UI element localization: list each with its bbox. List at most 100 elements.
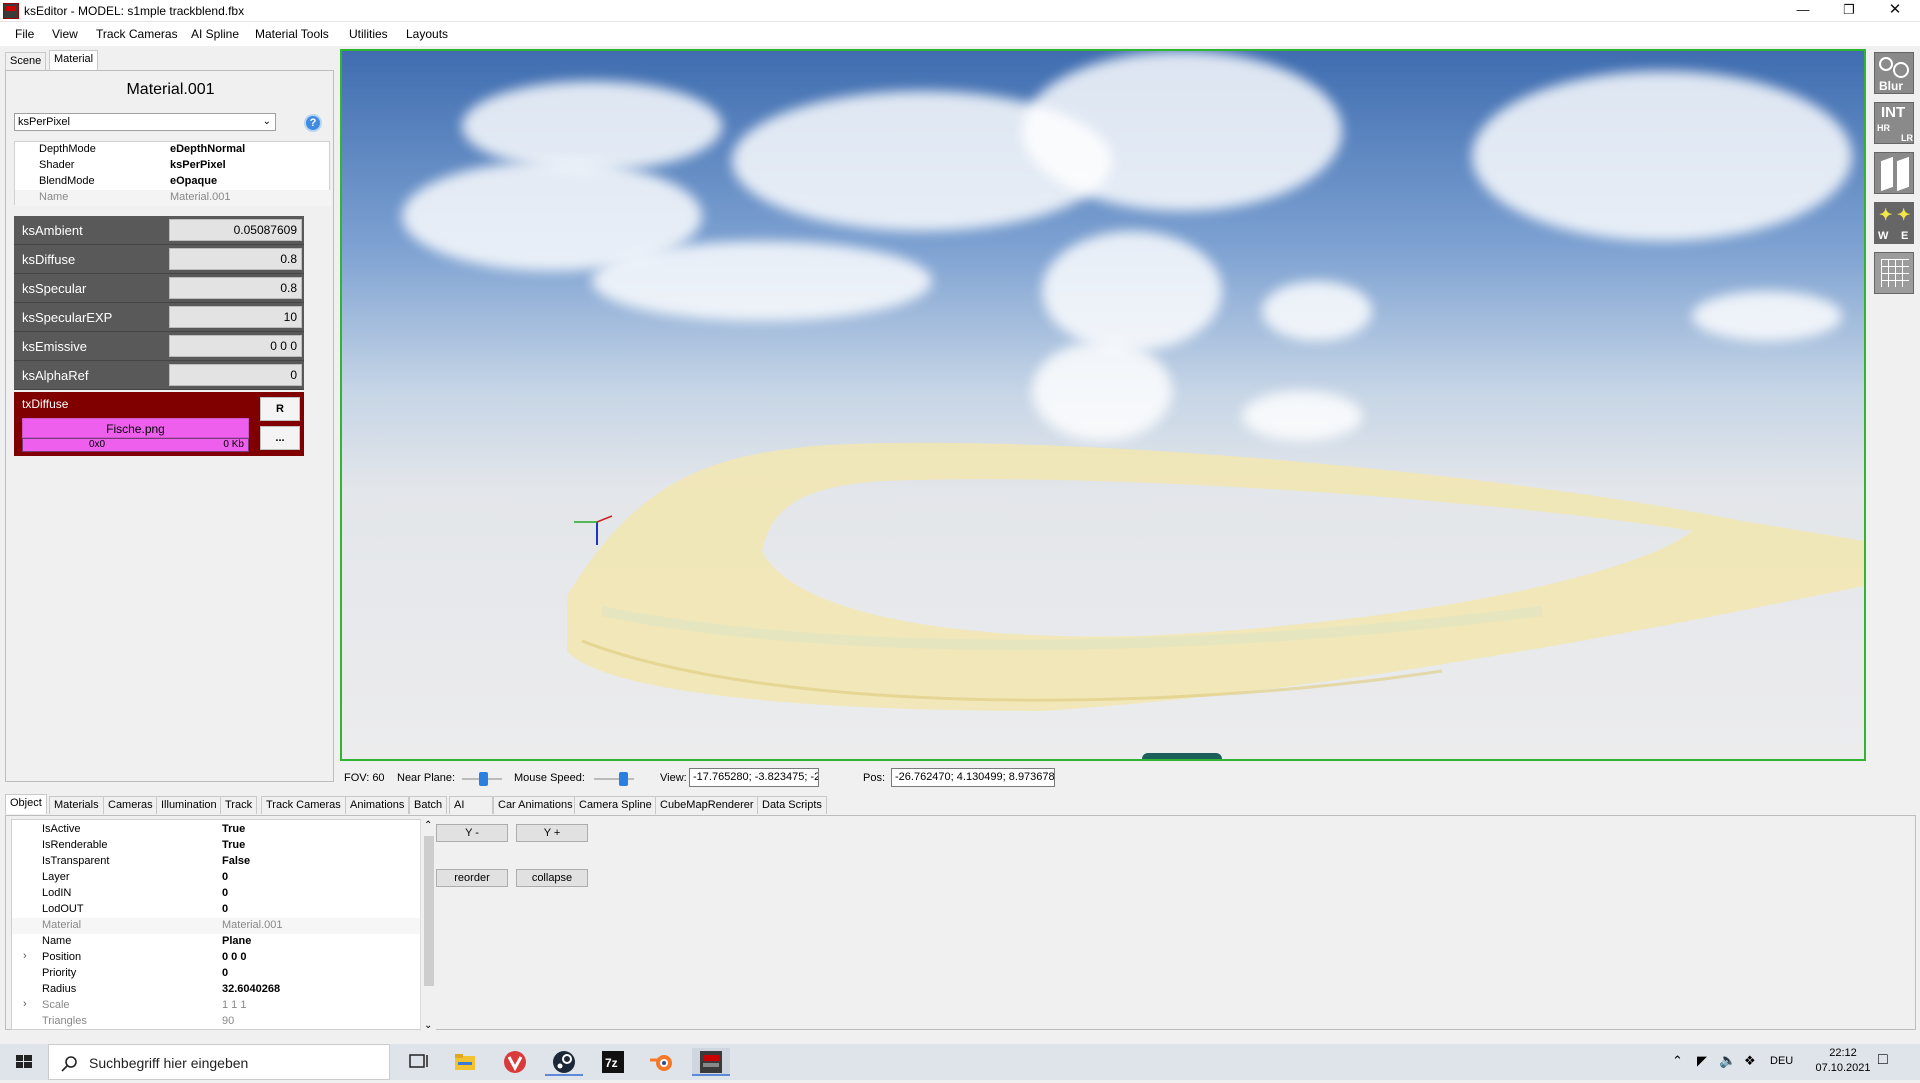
tab-illumination[interactable]: Illumination bbox=[156, 796, 222, 814]
object-row[interactable]: IsActive True bbox=[12, 822, 422, 838]
mouse-speed-slider[interactable] bbox=[594, 772, 634, 786]
tab-ai[interactable]: AI bbox=[449, 796, 493, 814]
texture-dimensions: 0x0 bbox=[89, 439, 106, 450]
dropbox-icon[interactable]: ❖ bbox=[1744, 1053, 1756, 1069]
property-key: BlendMode bbox=[39, 175, 95, 187]
texture-file[interactable]: Fische.png bbox=[22, 418, 249, 438]
tab-data-scripts[interactable]: Data Scripts bbox=[757, 796, 827, 814]
texture-slot: txDiffuse Fische.png 0x0 0 Kb R ... bbox=[14, 392, 304, 456]
3d-viewport[interactable] bbox=[340, 49, 1866, 761]
blender-icon[interactable] bbox=[643, 1048, 681, 1076]
language-indicator[interactable]: DEU bbox=[1770, 1055, 1793, 1067]
kseditor-icon[interactable] bbox=[692, 1048, 730, 1076]
tray-chevron-up-icon[interactable]: ⌃ bbox=[1672, 1053, 1683, 1069]
taskbar-search[interactable]: Suchbegriff hier eingeben bbox=[48, 1044, 390, 1080]
scroll-up-icon[interactable]: ⌃ bbox=[424, 820, 432, 831]
tab-material[interactable]: Material bbox=[49, 50, 99, 70]
property-row[interactable]: DepthMode eDepthNormal bbox=[15, 142, 331, 158]
object-row[interactable]: Radius 32.6040268 bbox=[12, 982, 422, 998]
file-explorer-icon[interactable] bbox=[446, 1048, 484, 1076]
object-row[interactable]: Priority 0 bbox=[12, 966, 422, 982]
scrollbar[interactable]: ⌃ ⌄ bbox=[420, 820, 436, 1031]
texture-reload-button[interactable]: R bbox=[260, 397, 300, 421]
mouse-speed-slider-thumb[interactable] bbox=[618, 772, 628, 786]
tab-car-animations[interactable]: Car Animations bbox=[493, 796, 578, 814]
tab-object[interactable]: Object bbox=[5, 794, 47, 814]
tab-animations[interactable]: Animations bbox=[345, 796, 410, 814]
reorder-button[interactable]: reorder bbox=[436, 869, 508, 887]
minimize-button[interactable]: — bbox=[1780, 0, 1826, 22]
tab-camera-spline[interactable]: Camera Spline bbox=[574, 796, 657, 814]
clock[interactable]: 22:12 07.10.2021 bbox=[1813, 1046, 1873, 1076]
y-plus-button[interactable]: Y + bbox=[516, 824, 588, 842]
near-plane-slider[interactable] bbox=[462, 772, 502, 786]
scrollbar-thumb[interactable] bbox=[424, 836, 434, 986]
object-row[interactable]: Material Material.001 bbox=[12, 918, 422, 934]
tab-batch[interactable]: Batch bbox=[409, 796, 448, 814]
grid-tool-icon[interactable] bbox=[1874, 252, 1914, 294]
object-row[interactable]: Layer 0 bbox=[12, 870, 422, 886]
tab-cameras[interactable]: Cameras bbox=[103, 796, 158, 814]
near-plane-slider-thumb[interactable] bbox=[479, 772, 489, 786]
menu-file[interactable]: File bbox=[15, 27, 34, 41]
menu-utilities[interactable]: Utilities bbox=[349, 27, 388, 41]
y-minus-button[interactable]: Y - bbox=[436, 824, 508, 842]
view-field[interactable]: -17.765280; -3.823475; -21.99076 bbox=[689, 768, 819, 787]
tab-track[interactable]: Track bbox=[220, 796, 258, 814]
object-row[interactable]: › Scale 1 1 1 bbox=[12, 998, 422, 1014]
object-row[interactable]: Triangles 90 bbox=[12, 1014, 422, 1030]
west-label: W bbox=[1878, 230, 1889, 242]
task-view-icon[interactable] bbox=[398, 1048, 436, 1076]
menu-view[interactable]: View bbox=[52, 27, 78, 41]
pos-field[interactable]: -26.762470; 4.130499; 8.973678 bbox=[891, 768, 1055, 787]
property-row[interactable]: Name Material.001 bbox=[15, 190, 331, 206]
east-label: E bbox=[1901, 230, 1909, 242]
lighting-tool-icon[interactable]: ✦ ✦ W E bbox=[1874, 202, 1914, 244]
object-row[interactable]: Name Plane bbox=[12, 934, 422, 950]
property-row[interactable]: Shader ksPerPixel bbox=[15, 158, 331, 174]
volume-icon[interactable]: 🔈 bbox=[1719, 1052, 1736, 1069]
object-row[interactable]: IsRenderable True bbox=[12, 838, 422, 854]
object-row[interactable]: LodOUT 0 bbox=[12, 902, 422, 918]
property-value: ksPerPixel bbox=[170, 159, 226, 171]
start-button[interactable] bbox=[0, 1044, 48, 1080]
expand-icon[interactable]: › bbox=[23, 998, 27, 1010]
scroll-down-icon[interactable]: ⌄ bbox=[424, 1020, 432, 1031]
close-button[interactable]: ✕ bbox=[1872, 0, 1918, 22]
expand-icon[interactable]: › bbox=[23, 950, 27, 962]
property-row[interactable]: BlendMode eOpaque bbox=[15, 174, 331, 190]
menu-ai-spline[interactable]: AI Spline bbox=[191, 27, 239, 41]
variable-input[interactable]: 0.8 bbox=[169, 277, 302, 299]
vivaldi-icon[interactable] bbox=[496, 1048, 534, 1076]
menu-layouts[interactable]: Layouts bbox=[406, 27, 448, 41]
collapse-button[interactable]: collapse bbox=[516, 869, 588, 887]
variable-input[interactable]: 10 bbox=[169, 306, 302, 328]
panels-tool-icon[interactable] bbox=[1874, 152, 1914, 194]
tab-cubemap-renderer[interactable]: CubeMapRenderer bbox=[655, 796, 759, 814]
property-value: 1 1 1 bbox=[222, 999, 247, 1011]
7zip-icon[interactable]: 7z bbox=[594, 1048, 632, 1076]
variable-input[interactable]: 0 bbox=[169, 364, 302, 386]
hr-label: HR bbox=[1877, 123, 1890, 133]
object-row[interactable]: › Position 0 0 0 bbox=[12, 950, 422, 966]
object-row[interactable]: LodIN 0 bbox=[12, 886, 422, 902]
interior-tool-icon[interactable]: INT HR LR bbox=[1874, 102, 1914, 144]
variable-input[interactable]: 0.8 bbox=[169, 248, 302, 270]
notification-icon[interactable]: □ bbox=[1878, 1051, 1888, 1069]
shader-dropdown[interactable]: ksPerPixel ⌄ bbox=[14, 113, 276, 131]
blur-tool-icon[interactable]: Blur bbox=[1874, 52, 1914, 94]
texture-browse-button[interactable]: ... bbox=[260, 426, 300, 450]
tab-track-cameras[interactable]: Track Cameras bbox=[261, 796, 346, 814]
network-icon[interactable]: ◤ bbox=[1697, 1053, 1707, 1069]
help-icon[interactable]: ? bbox=[304, 114, 322, 132]
tab-scene[interactable]: Scene bbox=[5, 52, 47, 70]
steam-icon[interactable] bbox=[545, 1048, 583, 1076]
tab-materials[interactable]: Materials bbox=[49, 796, 104, 814]
property-key: LodOUT bbox=[42, 903, 84, 915]
restore-button[interactable]: ❐ bbox=[1826, 0, 1872, 22]
menu-material-tools[interactable]: Material Tools bbox=[255, 27, 329, 41]
object-row[interactable]: IsTransparent False bbox=[12, 854, 422, 870]
variable-input[interactable]: 0 0 0 bbox=[169, 335, 302, 357]
variable-input[interactable]: 0.05087609 bbox=[169, 219, 302, 241]
menu-track-cameras[interactable]: Track Cameras bbox=[96, 27, 178, 41]
